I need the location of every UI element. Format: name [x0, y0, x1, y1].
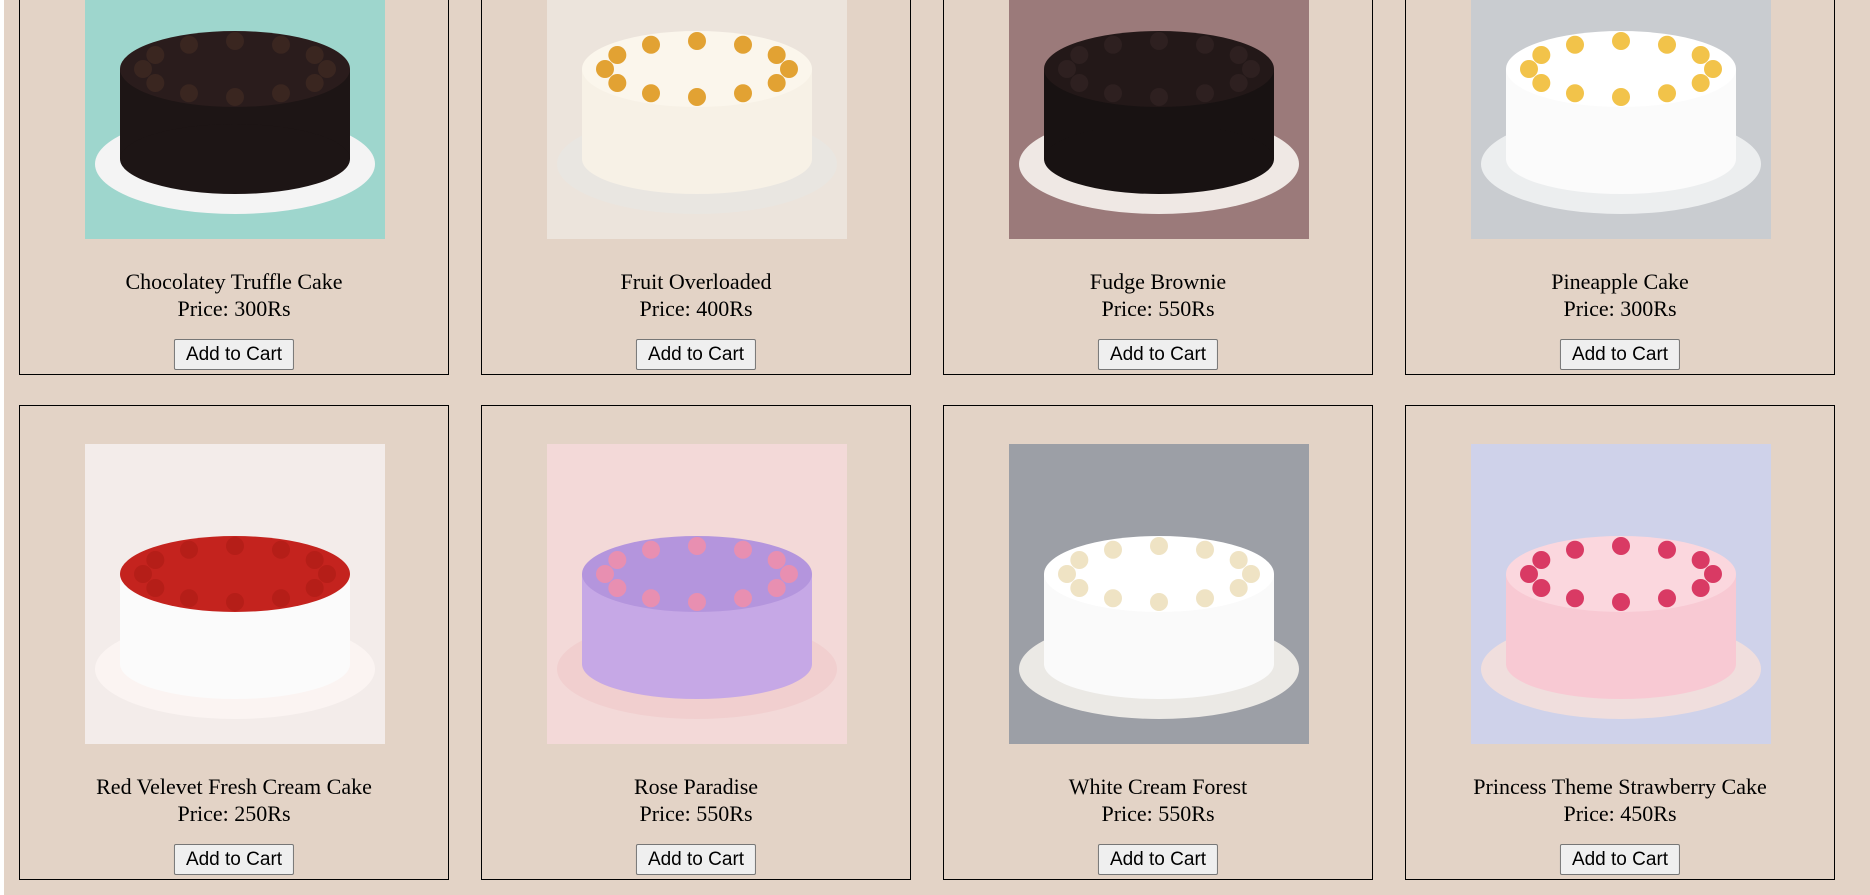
product-card: Chocolatey Truffle Cake Price: 300Rs Add… [19, 0, 449, 375]
add-to-cart-button[interactable]: Add to Cart [1097, 844, 1219, 875]
product-name: Red Velevet Fresh Cream Cake [96, 774, 372, 799]
add-to-cart-button[interactable]: Add to Cart [1097, 339, 1219, 370]
product-name: Princess Theme Strawberry Cake [1473, 774, 1767, 799]
product-price: Price: 550Rs [639, 801, 753, 826]
product-name: Rose Paradise [633, 774, 759, 799]
product-name: Fudge Brownie [1089, 269, 1227, 294]
chocolate-truffle-cake-image[interactable] [85, 0, 385, 239]
product-name: Chocolatey Truffle Cake [125, 269, 343, 294]
product-price: Price: 300Rs [1563, 296, 1677, 321]
add-to-cart-button[interactable]: Add to Cart [173, 339, 295, 370]
product-card: Rose Paradise Price: 550Rs Add to Cart [481, 405, 911, 880]
product-name: Pineapple Cake [1551, 269, 1689, 294]
product-card: White Cream Forest Price: 550Rs Add to C… [943, 405, 1373, 880]
add-to-cart-button[interactable]: Add to Cart [1559, 844, 1681, 875]
add-to-cart-button[interactable]: Add to Cart [635, 844, 757, 875]
product-price: Price: 550Rs [1101, 801, 1215, 826]
product-card: Fruit Overloaded Price: 400Rs Add to Car… [481, 0, 911, 375]
rose-paradise-cake-image[interactable] [547, 444, 847, 744]
product-card: Princess Theme Strawberry Cake Price: 45… [1405, 405, 1835, 880]
product-name: Fruit Overloaded [620, 269, 772, 294]
page-background: Chocolatey Truffle Cake Price: 300Rs Add… [4, 0, 1870, 895]
product-card: Fudge Brownie Price: 550Rs Add to Cart [943, 0, 1373, 375]
product-price: Price: 250Rs [177, 801, 291, 826]
add-to-cart-button[interactable]: Add to Cart [173, 844, 295, 875]
add-to-cart-button[interactable]: Add to Cart [1559, 339, 1681, 370]
product-price: Price: 550Rs [1101, 296, 1215, 321]
pineapple-cake-image[interactable] [1471, 0, 1771, 239]
princess-strawberry-cake-image[interactable] [1471, 444, 1771, 744]
product-name: White Cream Forest [1068, 774, 1248, 799]
white-cream-forest-cake-image[interactable] [1009, 444, 1309, 744]
red-velvet-cake-image[interactable] [85, 444, 385, 744]
product-card: Pineapple Cake Price: 300Rs Add to Cart [1405, 0, 1835, 375]
product-price: Price: 450Rs [1563, 801, 1677, 826]
add-to-cart-button[interactable]: Add to Cart [635, 339, 757, 370]
product-price: Price: 300Rs [177, 296, 291, 321]
product-grid: Chocolatey Truffle Cake Price: 300Rs Add… [19, 0, 1837, 880]
product-price: Price: 400Rs [639, 296, 753, 321]
product-card: Red Velevet Fresh Cream Cake Price: 250R… [19, 405, 449, 880]
fruit-overloaded-cake-image[interactable] [547, 0, 847, 239]
fudge-brownie-cake-image[interactable] [1009, 0, 1309, 239]
